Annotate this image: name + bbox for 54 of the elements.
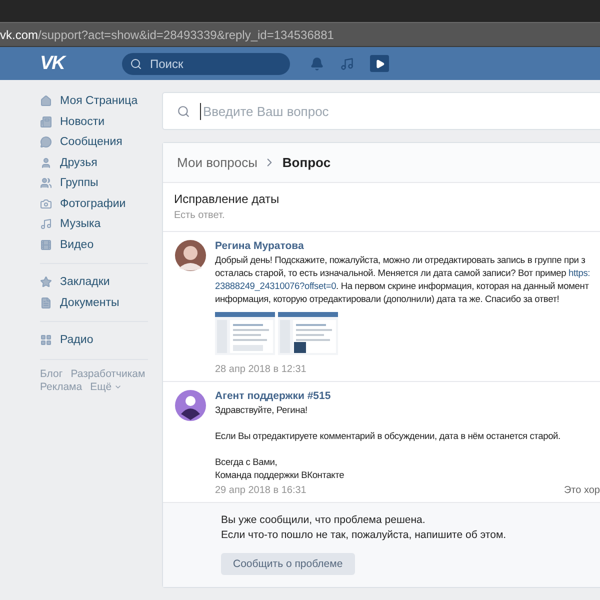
sidebar-item[interactable]: Фотографии	[40, 194, 148, 214]
search-field[interactable]: Поиск	[122, 52, 290, 74]
avatar-icon	[175, 240, 206, 271]
film-icon	[40, 238, 52, 251]
logo[interactable]: VK	[0, 52, 122, 74]
resolved-text: Вы уже сообщили, что проблема решена.	[221, 513, 426, 528]
chat-icon	[40, 136, 52, 148]
person-icon	[40, 156, 52, 169]
author-link[interactable]: Регина Муратова	[215, 240, 600, 252]
question-title: Исправление даты	[174, 192, 280, 206]
message-link[interactable]: https:	[568, 268, 590, 278]
sidebar-item[interactable]: Новости	[40, 112, 148, 132]
breadcrumb[interactable]: Вопрос	[282, 155, 331, 170]
message-line: Команда поддержки ВКонтакте	[215, 469, 346, 482]
report-problem-button[interactable]: Сообщить о проблеме	[221, 553, 355, 575]
message-line: осталась старой, то есть изначальной. Меняется ли дата самой записи? Вот пример https:	[215, 267, 592, 280]
rating-link[interactable]: Это хор	[564, 485, 600, 496]
message-line: Всегда с Вами,	[215, 456, 278, 469]
play-icon	[374, 58, 384, 68]
document-icon	[40, 296, 52, 309]
music-note-icon	[40, 218, 52, 230]
sidebar-item[interactable]: Музыка	[40, 214, 148, 234]
camera-icon	[40, 198, 52, 210]
star-icon	[40, 276, 52, 288]
sidebar-item[interactable]: Радио	[40, 330, 148, 350]
sidebar-item[interactable]: Сообщения	[40, 132, 148, 152]
video-button[interactable]	[370, 55, 389, 72]
message-line: информация, которую отредактировали (дополнили) дата та же. Спасибо за ответ!	[215, 293, 560, 306]
sidebar-item[interactable]: Документы	[40, 292, 148, 313]
message-line: Добрый день! Подскажите, пожалуйста, можно ли отредактировать запись в группе при з	[215, 254, 586, 267]
sidebar-item[interactable]: Группы	[40, 173, 148, 194]
grid-icon	[40, 334, 52, 346]
message-line: Здравствуйте, Регина!	[215, 404, 308, 417]
search-icon	[177, 104, 190, 118]
sidebar-item[interactable]: Видео	[40, 234, 148, 255]
message-line: 23888249_24310076?offset=0. На первом скрине информация, которая на данный момент	[215, 280, 590, 293]
author-link[interactable]: Агент поддержки #515	[215, 390, 600, 402]
avatar-icon	[175, 390, 206, 421]
message-date: 28 апр 2018 в 12:31	[215, 364, 306, 375]
message-date: 29 апр 2018 в 16:31	[215, 485, 306, 496]
search-icon	[130, 58, 142, 70]
search-input[interactable]: Поиск	[148, 56, 278, 72]
resolved-text: Если что-то пошло не так, пожалуйста, напишите об этом.	[221, 528, 508, 543]
message-line: Если Вы отредактируете комментарий в обсуждении, дата в нём останется старой.	[215, 430, 562, 443]
question-status: Есть ответ.	[174, 210, 226, 221]
breadcrumb[interactable]: Мои вопросы	[177, 155, 258, 170]
question-search-field[interactable]: Введите Ваш вопрос	[162, 92, 600, 130]
newspaper-icon	[40, 116, 52, 128]
home-icon	[40, 95, 52, 108]
sidebar-item[interactable]: Моя Страница	[40, 91, 148, 112]
people-icon	[40, 177, 52, 190]
sidebar-item[interactable]: Закладки	[40, 272, 148, 292]
message-link[interactable]: 23888249_24310076?offset=0	[215, 281, 336, 291]
sidebar-item[interactable]: Друзья	[40, 152, 148, 173]
